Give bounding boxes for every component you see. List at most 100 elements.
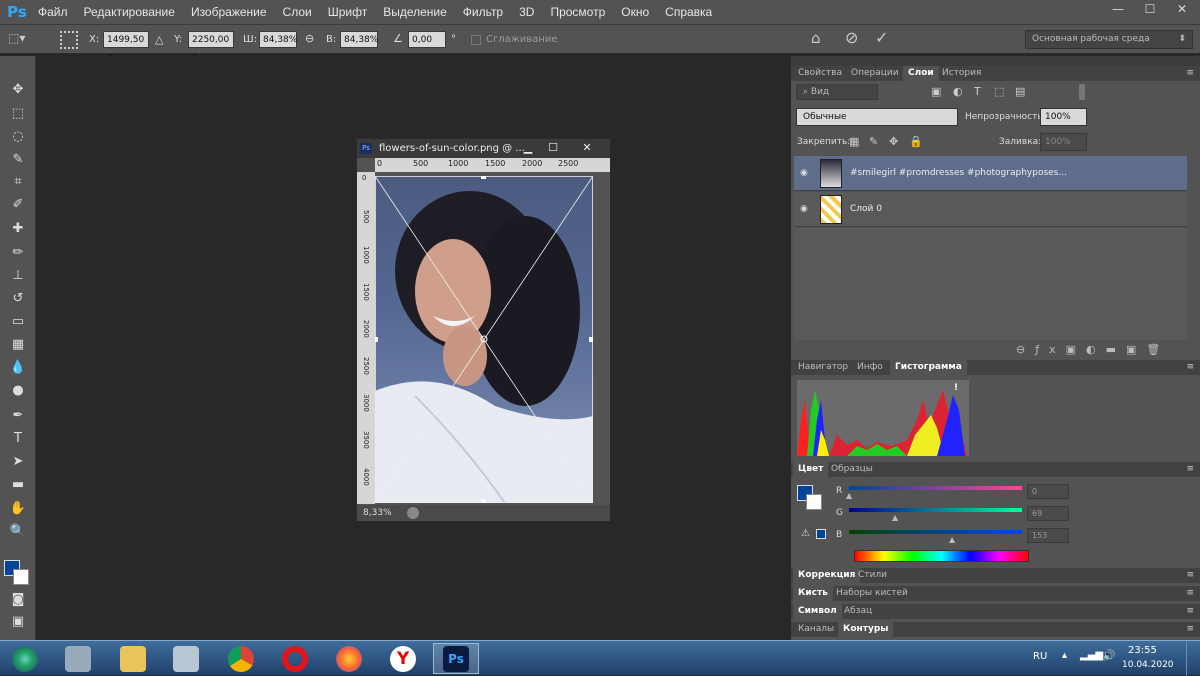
screen-mode-icon[interactable]: ▣: [7, 612, 29, 632]
color-background-swatch[interactable]: [806, 494, 822, 510]
menu-filter[interactable]: Фильтр: [455, 0, 511, 24]
clock-time[interactable]: 23:55: [1128, 645, 1157, 656]
panel-menu-icon[interactable]: ≡: [1186, 68, 1194, 78]
tab-histogram[interactable]: Гистограмма: [890, 360, 967, 375]
commit-transform-icon[interactable]: ✓: [875, 28, 888, 47]
taskbar-keyboard-app[interactable]: [55, 643, 101, 674]
panel-menu-icon[interactable]: ≡: [1186, 588, 1194, 598]
channel-b-field[interactable]: 153: [1027, 528, 1069, 543]
tray-arrow-icon[interactable]: ▴: [1062, 650, 1067, 661]
lock-all-icon[interactable]: 🔒: [909, 135, 923, 148]
gamut-swatch[interactable]: [816, 529, 826, 539]
panel-menu-icon[interactable]: ≡: [1186, 606, 1194, 616]
visibility-eye-icon[interactable]: ◉: [800, 204, 812, 214]
filter-pixel-icon[interactable]: ▣: [931, 85, 941, 98]
vertical-ruler[interactable]: 0 500 1000 1500 2000 2500 3000 3500 4000: [357, 172, 375, 504]
width-field[interactable]: 84,38%: [259, 31, 297, 48]
cancel-transform-icon[interactable]: ⊘: [845, 28, 858, 47]
link-icon[interactable]: ⊖: [305, 32, 314, 45]
taskbar-calculator[interactable]: [163, 643, 209, 674]
blur-tool-icon[interactable]: 💧: [7, 358, 29, 378]
menu-image[interactable]: Изображение: [183, 0, 275, 24]
horizontal-ruler[interactable]: 0 500 1000 1500 2000 2500: [375, 158, 610, 172]
panel-menu-icon[interactable]: ≡: [1186, 624, 1194, 634]
filter-shape-icon[interactable]: ⬚: [994, 85, 1004, 98]
tab-channels[interactable]: Каналы: [793, 622, 839, 637]
tab-brush-presets[interactable]: Наборы кистей: [831, 586, 913, 601]
channel-g-field[interactable]: 69: [1027, 506, 1069, 521]
crop-tool-icon[interactable]: ⌗: [7, 172, 29, 192]
tab-paragraph[interactable]: Абзац: [839, 604, 877, 619]
start-button[interactable]: [2, 643, 48, 674]
type-tool-icon[interactable]: T: [7, 429, 29, 449]
visibility-eye-icon[interactable]: ◉: [800, 168, 812, 178]
quick-select-tool-icon[interactable]: ✎: [7, 150, 29, 170]
clock-date[interactable]: 10.04.2020: [1122, 660, 1174, 670]
tab-actions[interactable]: Операции: [846, 66, 904, 81]
lock-position-icon[interactable]: ✥: [889, 135, 898, 148]
tab-character[interactable]: Символ: [793, 604, 842, 619]
reference-point-icon[interactable]: [60, 31, 78, 49]
menu-edit[interactable]: Редактирование: [76, 0, 183, 24]
doc-close-button[interactable]: ✕: [567, 140, 607, 156]
gamut-warning-icon[interactable]: ⚠: [801, 528, 810, 539]
warp-icon[interactable]: ⌂: [811, 29, 821, 47]
tab-navigator[interactable]: Навигатор: [793, 360, 853, 375]
channel-b-slider[interactable]: [849, 530, 1022, 534]
color-spectrum-bar[interactable]: [854, 550, 1029, 562]
menu-type[interactable]: Шрифт: [320, 0, 375, 24]
channel-r-field[interactable]: 0: [1027, 484, 1069, 499]
minimize-button[interactable]: —: [1102, 0, 1134, 18]
taskbar-photoshop[interactable]: Ps: [433, 643, 479, 674]
tab-history[interactable]: История: [937, 66, 986, 81]
tab-paths[interactable]: Контуры: [838, 622, 894, 637]
gradient-tool-icon[interactable]: ▦: [7, 335, 29, 355]
lock-transparent-icon[interactable]: ▦: [849, 135, 859, 148]
signal-icon[interactable]: ▂▄▆: [1080, 650, 1103, 661]
path-select-tool-icon[interactable]: ➤: [7, 452, 29, 472]
panel-menu-icon[interactable]: ≡: [1186, 570, 1194, 580]
shape-tool-icon[interactable]: ▬: [7, 475, 29, 495]
filter-adjustment-icon[interactable]: ◐: [953, 85, 963, 98]
tab-layers[interactable]: Слои: [903, 66, 939, 81]
filter-toggle-icon[interactable]: [1079, 84, 1085, 100]
taskbar-firefox[interactable]: [326, 643, 372, 674]
taskbar-file-explorer[interactable]: [110, 643, 156, 674]
lasso-tool-icon[interactable]: ◌: [7, 127, 29, 147]
panel-menu-icon[interactable]: ≡: [1186, 464, 1194, 474]
move-tool-icon[interactable]: ✥: [7, 80, 29, 100]
layer-row[interactable]: ◉ #smilegirl #promdresses #photographypo…: [794, 156, 1187, 191]
histogram-warning-icon[interactable]: !: [954, 383, 958, 393]
menu-layers[interactable]: Слои: [275, 0, 320, 24]
status-menu-icon[interactable]: [407, 507, 419, 519]
y-field[interactable]: 2250,00 п: [188, 31, 234, 62]
quick-mask-icon[interactable]: ◙: [7, 590, 29, 610]
workspace-select[interactable]: Основная рабочая среда ⬍: [1025, 30, 1193, 49]
language-indicator[interactable]: RU: [1033, 651, 1047, 662]
delta-icon[interactable]: △: [155, 33, 163, 46]
tab-adjustments[interactable]: Коррекция: [793, 568, 861, 583]
filter-type-icon[interactable]: T: [974, 85, 981, 98]
menu-select[interactable]: Выделение: [375, 0, 455, 24]
tool-preset-icon[interactable]: ⬚▾: [8, 31, 34, 49]
height-field[interactable]: 84,38%: [340, 31, 378, 48]
tab-styles[interactable]: Стили: [853, 568, 892, 583]
tab-info[interactable]: Инфо: [852, 360, 888, 375]
lock-pixels-icon[interactable]: ✎: [869, 135, 878, 148]
marquee-tool-icon[interactable]: ⬚: [7, 104, 29, 124]
taskbar-chrome[interactable]: [218, 643, 264, 674]
x-field[interactable]: 1499,50 п: [103, 31, 149, 62]
background-color-swatch[interactable]: [13, 569, 29, 585]
menu-view[interactable]: Просмотр: [542, 0, 613, 24]
blend-mode-select[interactable]: Обычные: [796, 108, 958, 126]
antialias-checkbox[interactable]: [471, 35, 481, 45]
zoom-tool-icon[interactable]: 🔍: [7, 522, 29, 542]
healing-brush-tool-icon[interactable]: ✚: [7, 219, 29, 239]
hand-tool-icon[interactable]: ✋: [7, 499, 29, 519]
tab-swatches[interactable]: Образцы: [826, 462, 878, 477]
doc-minimize-button[interactable]: ▁: [516, 140, 540, 156]
tab-brush[interactable]: Кисть: [793, 586, 833, 601]
menu-window[interactable]: Окно: [613, 0, 657, 24]
zoom-level[interactable]: 8,33%: [363, 508, 392, 518]
layers-footer-icons[interactable]: ⊖ƒx▣◐▬▣🗑: [1016, 343, 1170, 356]
